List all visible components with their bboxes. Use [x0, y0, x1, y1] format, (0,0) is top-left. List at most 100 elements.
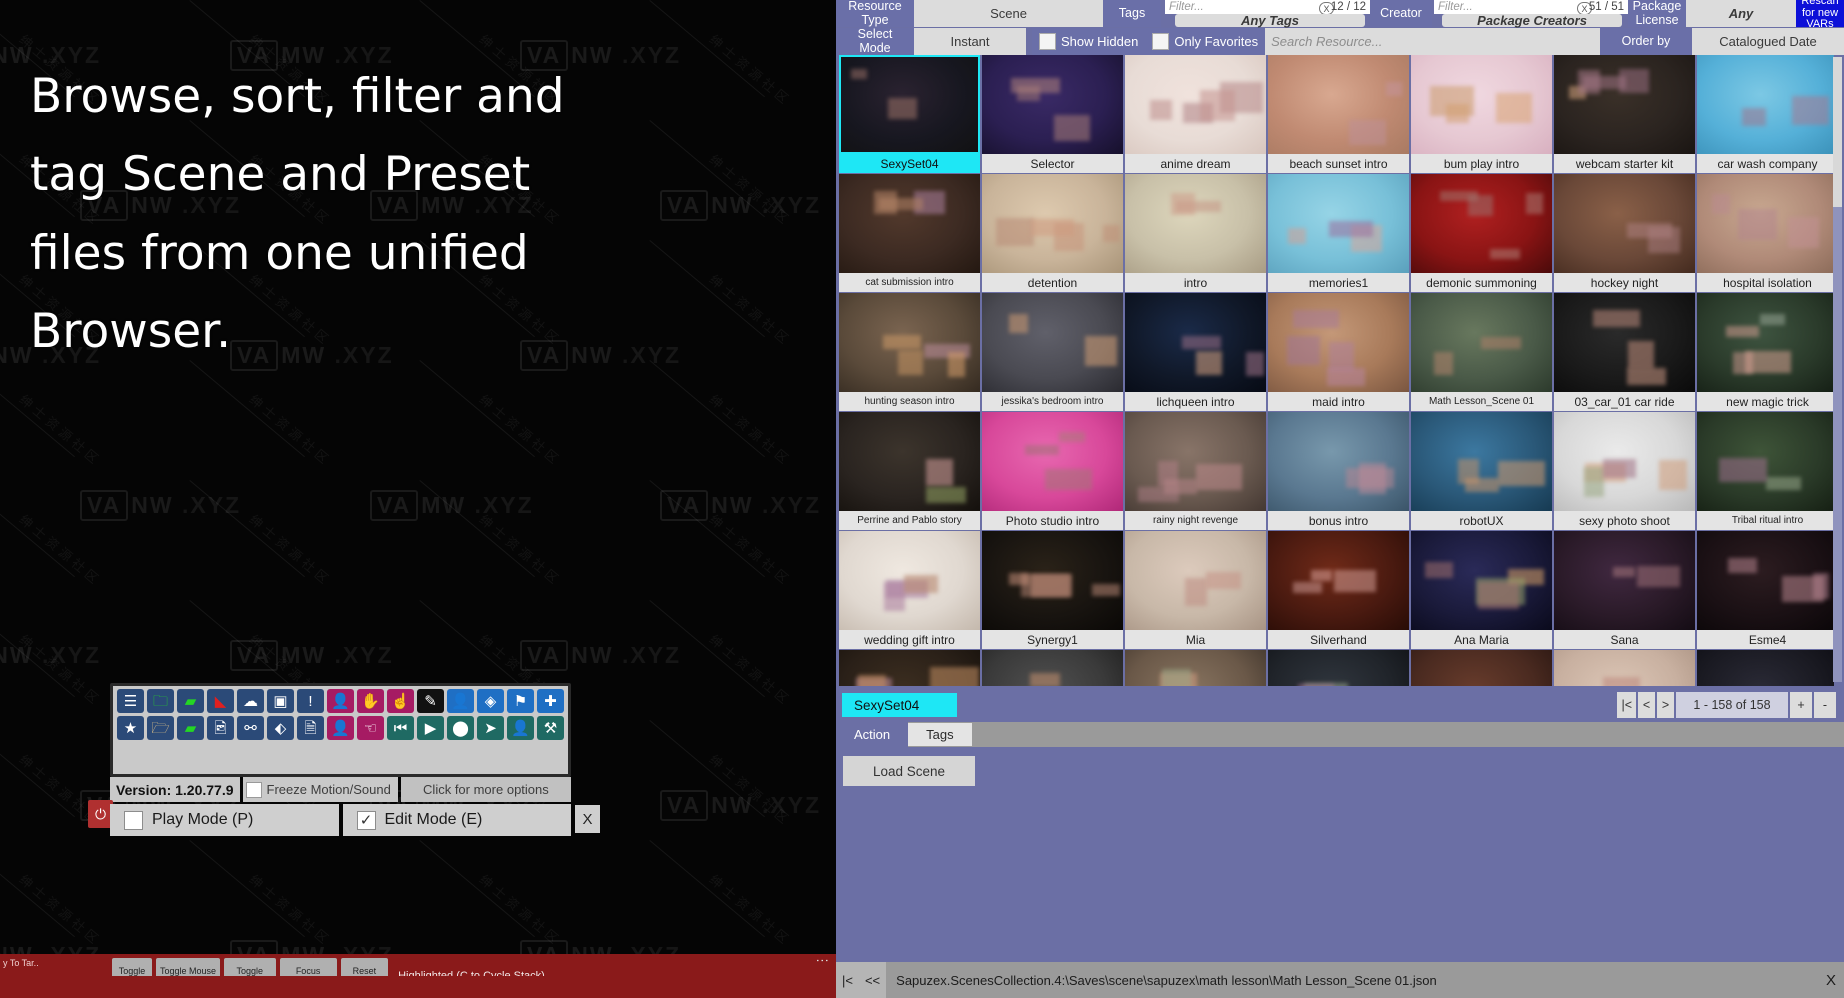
- package-license-value[interactable]: Any: [1686, 0, 1796, 27]
- freeze-motion-sound-toggle[interactable]: Freeze Motion/Sound: [242, 777, 398, 802]
- add-person-icon[interactable]: 👤: [327, 689, 354, 713]
- creator-filter-input[interactable]: Filter... X 51 / 51: [1434, 0, 1628, 15]
- resource-thumbnail-cell[interactable]: maid intro: [1268, 293, 1409, 411]
- resource-thumbnail-cell[interactable]: [839, 650, 980, 686]
- resource-thumbnail-cell[interactable]: detention: [982, 174, 1123, 292]
- show-hidden-toggle[interactable]: Show Hidden: [1032, 28, 1146, 55]
- vam-main-toolbar[interactable]: ☰ 🗀 ▰ ◣ ☁ ▣! 👤 ✋ ☝ ✎ 👤 ◈ ⚑ ✚ ★ 🗁 ▰ 🖻 ⚯ ⬖ 🗎 👤 ☜ ⏮ ▶ ⬤ ➤ 👤 ⚒: [110, 683, 571, 777]
- rescan-vars-button[interactable]: Rescan for new VARs: [1796, 0, 1844, 30]
- tags-value[interactable]: Any Tags: [1175, 13, 1365, 28]
- resource-thumbnail-cell[interactable]: [1411, 650, 1552, 686]
- plus-icon[interactable]: ✚: [537, 689, 564, 713]
- resource-thumbnail-cell[interactable]: Photo studio intro: [982, 412, 1123, 530]
- zoom-out-button[interactable]: -: [1814, 692, 1836, 718]
- resource-thumbnail-cell[interactable]: rainy night revenge: [1125, 412, 1266, 530]
- play-icon[interactable]: ▶: [417, 716, 444, 740]
- resource-thumbnail-cell[interactable]: beach sunset intro: [1268, 55, 1409, 173]
- folder-icon[interactable]: ▰: [177, 689, 204, 713]
- cursor-arrow-icon[interactable]: ➤: [477, 716, 504, 740]
- load-preset-icon[interactable]: 🗁: [147, 716, 174, 740]
- edit-mode-checkbox[interactable]: ✓: [356, 810, 376, 830]
- resource-thumbnail-cell[interactable]: Esme4: [1697, 531, 1834, 649]
- resource-thumbnail-cell[interactable]: [1554, 650, 1695, 686]
- page-prev-button[interactable]: <: [1638, 692, 1655, 718]
- resource-thumbnail-cell[interactable]: Tribal ritual intro: [1697, 412, 1834, 530]
- resource-thumbnail-cell[interactable]: Math Lesson_Scene 01: [1411, 293, 1552, 411]
- resource-thumbnail-cell[interactable]: new magic trick: [1697, 293, 1834, 411]
- resource-grid-area[interactable]: SexySet04 Selector anime dream beach sunset…: [839, 55, 1834, 686]
- play-mode-checkbox[interactable]: [124, 810, 143, 830]
- document-icon[interactable]: 🗎: [297, 716, 324, 740]
- motion-capture-icon[interactable]: ✎: [417, 689, 444, 713]
- resource-thumbnail-cell[interactable]: sexy photo shoot: [1554, 412, 1695, 530]
- resource-thumbnail-cell[interactable]: demonic summoning: [1411, 174, 1552, 292]
- page-next-button[interactable]: >: [1657, 692, 1674, 718]
- resource-thumbnail-cell[interactable]: Sana: [1554, 531, 1695, 649]
- freeze-checkbox[interactable]: [245, 781, 262, 798]
- resource-thumbnail-cell[interactable]: [1125, 650, 1266, 686]
- resource-thumbnail-cell[interactable]: cat submission intro: [839, 174, 980, 292]
- resource-thumbnail-cell[interactable]: Perrine and Pablo story: [839, 412, 980, 530]
- resource-type-value[interactable]: Scene: [914, 0, 1103, 27]
- resource-thumbnail-cell[interactable]: webcam starter kit: [1554, 55, 1695, 173]
- path-prev-button[interactable]: <<: [858, 962, 887, 998]
- favorite-star-icon[interactable]: ★: [117, 716, 144, 740]
- resource-thumbnail-cell[interactable]: hockey night: [1554, 174, 1695, 292]
- resource-thumbnail-cell[interactable]: hospital isolation: [1697, 174, 1834, 292]
- resource-thumbnail-cell[interactable]: jessika's bedroom intro: [982, 293, 1123, 411]
- person-edit-icon[interactable]: 👤: [507, 716, 534, 740]
- order-by-value[interactable]: Catalogued Date: [1692, 28, 1844, 55]
- open-box-icon[interactable]: ⬖: [267, 716, 294, 740]
- package-icon[interactable]: ▣: [267, 689, 294, 713]
- save-scene-icon[interactable]: ◣: [207, 689, 234, 713]
- zoom-in-button[interactable]: +: [1790, 692, 1812, 718]
- resource-thumbnail-cell[interactable]: [1268, 650, 1409, 686]
- camera-icon[interactable]: 🖻: [207, 716, 234, 740]
- resource-thumbnail-cell[interactable]: bonus intro: [1268, 412, 1409, 530]
- only-favorites-toggle[interactable]: Only Favorites: [1145, 28, 1266, 55]
- tab-action[interactable]: Action: [836, 722, 909, 747]
- path-close-button[interactable]: X: [1818, 962, 1844, 998]
- resource-thumbnail-cell[interactable]: car wash company: [1697, 55, 1834, 173]
- hand-icon[interactable]: ✋: [357, 689, 384, 713]
- page-first-button[interactable]: |<: [1617, 692, 1636, 718]
- resource-thumbnail-cell[interactable]: memories1: [1268, 174, 1409, 292]
- tools-icon[interactable]: ⚒: [537, 716, 564, 740]
- person-icon[interactable]: 👤: [447, 689, 474, 713]
- creator-value[interactable]: Package Creators: [1442, 13, 1622, 28]
- resource-thumbnail-cell[interactable]: intro: [1125, 174, 1266, 292]
- resource-thumbnail-cell[interactable]: robotUX: [1411, 412, 1552, 530]
- target-icon[interactable]: ⬤: [447, 716, 474, 740]
- close-toolbar-button[interactable]: X: [575, 805, 600, 833]
- resource-thumbnail-cell[interactable]: anime dream: [1125, 55, 1266, 173]
- show-hidden-checkbox[interactable]: [1039, 33, 1056, 50]
- resource-thumbnail-cell[interactable]: 03_car_01 car ride: [1554, 293, 1695, 411]
- resource-browser-panel[interactable]: Resource Type Scene Tags Filter... X 12 …: [836, 0, 1844, 998]
- select-hand-icon[interactable]: ☜: [357, 716, 384, 740]
- pointer-hand-icon[interactable]: ☝: [387, 689, 414, 713]
- resource-thumbnail-cell[interactable]: Ana Maria: [1411, 531, 1552, 649]
- resource-thumbnail-cell[interactable]: lichqueen intro: [1125, 293, 1266, 411]
- folder-settings-icon[interactable]: ▰: [177, 716, 204, 740]
- info-icon[interactable]: !: [297, 689, 324, 713]
- grid-scrollbar[interactable]: [1833, 57, 1842, 682]
- only-favorites-checkbox[interactable]: [1152, 33, 1170, 50]
- resource-thumbnail-cell[interactable]: SexySet04: [839, 55, 980, 173]
- node-graph-icon[interactable]: ⚯: [237, 716, 264, 740]
- flag-icon[interactable]: ⚑: [507, 689, 534, 713]
- search-resource-input[interactable]: Search Resource...: [1265, 28, 1600, 55]
- menu-icon[interactable]: ☰: [117, 689, 144, 713]
- resource-thumbnail-cell[interactable]: hunting season intro: [839, 293, 980, 411]
- path-first-button[interactable]: |<: [836, 962, 859, 998]
- vam-3d-viewport[interactable]: VANW .XYZ VAMW .XYZ VANW .XYZ VANW .XYZ VAMW…: [0, 0, 836, 998]
- resource-thumbnail-cell[interactable]: [982, 650, 1123, 686]
- resource-thumbnail-cell[interactable]: Synergy1: [982, 531, 1123, 649]
- grid-scrollbar-thumb[interactable]: [1833, 57, 1842, 207]
- open-scene-icon[interactable]: 🗀: [147, 689, 174, 713]
- unity-icon[interactable]: ◈: [477, 689, 504, 713]
- more-options-button[interactable]: Click for more options: [400, 777, 571, 802]
- resource-thumbnail-cell[interactable]: Silverhand: [1268, 531, 1409, 649]
- remove-person-icon[interactable]: 👤: [327, 716, 354, 740]
- tab-tags[interactable]: Tags: [908, 723, 972, 746]
- select-mode-value[interactable]: Instant: [914, 28, 1026, 55]
